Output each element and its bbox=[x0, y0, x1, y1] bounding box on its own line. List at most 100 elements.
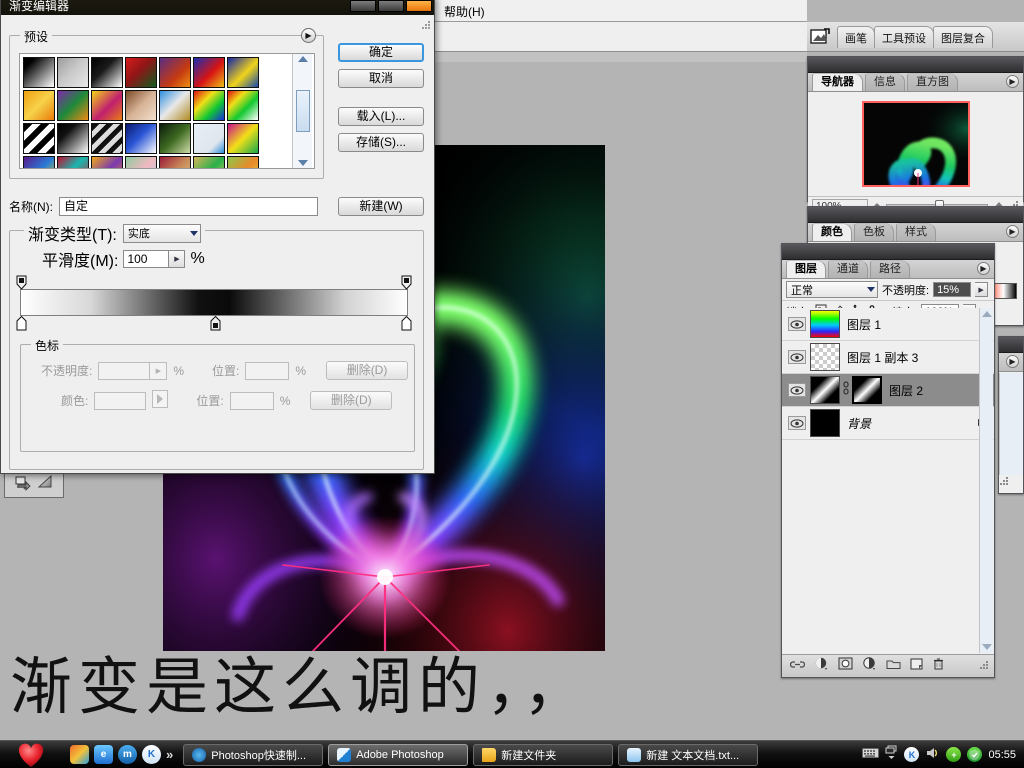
gradient-name-input[interactable]: 自定 bbox=[59, 197, 318, 216]
gradient-name-row[interactable]: 名称(N): 自定 bbox=[9, 197, 318, 216]
preset-swatch-6[interactable] bbox=[227, 57, 259, 88]
preset-swatch-24[interactable] bbox=[125, 156, 157, 168]
layer-name[interactable]: 图层 2 bbox=[889, 382, 923, 399]
screen-mode-icon[interactable] bbox=[809, 26, 833, 48]
preset-swatch-26[interactable] bbox=[193, 156, 225, 168]
clipped-panel-scroll[interactable] bbox=[999, 373, 1023, 475]
panel-menu-icon[interactable]: ▶ bbox=[1006, 225, 1019, 238]
tab-info[interactable]: 信息 bbox=[865, 73, 905, 91]
layer-visibility-toggle[interactable] bbox=[784, 416, 810, 430]
taskbar-window-list[interactable]: Photoshop快速制... Adobe Photoshop 新建文件夹 新建… bbox=[183, 743, 759, 766]
preset-swatch-15[interactable] bbox=[57, 123, 89, 154]
layers-panel-titlebar[interactable] bbox=[782, 244, 994, 260]
tool-palette-fragment[interactable] bbox=[4, 470, 64, 498]
smoothness-stepper[interactable]: ▶ bbox=[169, 250, 186, 268]
taskbar-item-1[interactable]: Adobe Photoshop bbox=[328, 743, 469, 766]
preset-swatch-19[interactable] bbox=[193, 123, 225, 154]
layer-name[interactable]: 图层 1 bbox=[847, 316, 881, 333]
volume-icon[interactable] bbox=[925, 746, 940, 763]
opacity-value[interactable]: 15% bbox=[933, 282, 972, 297]
link-mask-icon[interactable] bbox=[842, 381, 850, 400]
navigator-preview-area[interactable] bbox=[808, 92, 1023, 196]
scroll-up-arrow-icon[interactable] bbox=[981, 311, 992, 317]
browser-icon[interactable]: e bbox=[94, 745, 113, 764]
layer-row-1[interactable]: 图层 1 副本 3 bbox=[782, 341, 994, 374]
stop-position-input-2[interactable] bbox=[229, 391, 274, 410]
preset-swatch-16[interactable] bbox=[91, 123, 123, 154]
tab-histogram[interactable]: 直方图 bbox=[907, 73, 958, 91]
eye-icon[interactable] bbox=[788, 416, 806, 430]
dialog-button-column[interactable]: 确定 取消 载入(L)... 存储(S)... bbox=[338, 43, 424, 159]
layer-visibility-toggle[interactable] bbox=[784, 350, 810, 364]
opacity-stop-1[interactable] bbox=[401, 275, 412, 290]
minimize-button[interactable] bbox=[350, 0, 376, 12]
clipped-side-panel[interactable]: ▶ bbox=[998, 336, 1024, 494]
layer-mask-thumbnail[interactable] bbox=[852, 376, 882, 404]
taskbar-item-2[interactable]: 新建文件夹 bbox=[473, 743, 614, 766]
save-button[interactable]: 存储(S)... bbox=[338, 133, 424, 152]
layer-thumbnail[interactable] bbox=[810, 310, 840, 338]
color-stop-2[interactable] bbox=[401, 315, 412, 331]
preset-menu-icon[interactable]: ▶ bbox=[301, 28, 316, 43]
color-stop-1[interactable] bbox=[210, 315, 221, 331]
preset-swatch-25[interactable] bbox=[159, 156, 191, 168]
quick-launch-bar[interactable]: e m K » bbox=[70, 745, 173, 764]
smoothness-row[interactable]: 平滑度(M): 100 ▶ % bbox=[42, 247, 205, 271]
panel-menu-icon[interactable]: ▶ bbox=[1006, 355, 1019, 368]
layer-row-3[interactable]: 背景 bbox=[782, 407, 994, 440]
new-layer-icon[interactable] bbox=[910, 657, 923, 675]
preset-swatch-8[interactable] bbox=[57, 90, 89, 121]
preset-swatch-11[interactable] bbox=[159, 90, 191, 121]
panel-resize-grip-icon[interactable] bbox=[980, 657, 989, 675]
security-icon[interactable] bbox=[967, 747, 983, 762]
smoothness-input[interactable]: 100 bbox=[123, 250, 170, 268]
delete-color-stop-button[interactable]: 删除(D) bbox=[310, 391, 393, 410]
opacity-field-row[interactable]: 不透明度: ▶ % 位置: % 删除(D) bbox=[41, 361, 414, 380]
tab-swatches[interactable]: 色板 bbox=[854, 223, 894, 241]
tab-navigator[interactable]: 导航器 bbox=[812, 73, 863, 91]
preset-swatch-17[interactable] bbox=[125, 123, 157, 154]
scroll-down-arrow-icon[interactable] bbox=[982, 644, 992, 650]
close-button[interactable] bbox=[406, 0, 432, 12]
new-group-icon[interactable] bbox=[886, 657, 901, 675]
layer-row-0[interactable]: 图层 1 bbox=[782, 308, 994, 341]
opacity-stepper[interactable]: ▶ bbox=[975, 282, 989, 297]
stop-opacity-input[interactable] bbox=[98, 361, 151, 380]
preset-swatch-10[interactable] bbox=[125, 90, 157, 121]
layers-panel[interactable]: 图层 通道 路径 ▶ 正常 不透明度: 15% ▶ 锁定: bbox=[781, 243, 995, 678]
window-switch-icon[interactable] bbox=[885, 745, 898, 764]
preset-swatch-22[interactable] bbox=[57, 156, 89, 168]
preset-swatch-14[interactable] bbox=[23, 123, 55, 154]
preset-swatch-0[interactable] bbox=[23, 57, 55, 88]
navigator-tab-strip[interactable]: 导航器 信息 直方图 ▶ bbox=[808, 73, 1023, 92]
tab-channels[interactable]: 通道 bbox=[828, 260, 868, 278]
app-color-icon[interactable] bbox=[70, 745, 89, 764]
preset-swatch-9[interactable] bbox=[91, 90, 123, 121]
layer-style-icon[interactable] bbox=[814, 657, 829, 675]
preset-swatch-23[interactable] bbox=[91, 156, 123, 168]
gradient-bar-area[interactable] bbox=[16, 275, 412, 331]
layer-thumbnail[interactable] bbox=[810, 376, 840, 404]
preset-swatch-27[interactable] bbox=[227, 156, 259, 168]
layer-thumbnail[interactable] bbox=[810, 409, 840, 437]
opacity-stop-0[interactable] bbox=[16, 275, 27, 290]
layer-name[interactable]: 背景 bbox=[847, 415, 871, 432]
keyboard-icon[interactable] bbox=[862, 747, 880, 762]
preset-swatch-3[interactable] bbox=[125, 57, 157, 88]
gradient-preview-bar[interactable] bbox=[20, 289, 408, 316]
kingsoft-icon[interactable]: K bbox=[142, 745, 161, 764]
preset-swatch-1[interactable] bbox=[57, 57, 89, 88]
gradient-tool-icon[interactable] bbox=[36, 473, 54, 496]
layer-row-2[interactable]: 图层 2 bbox=[782, 374, 994, 407]
color-panel-titlebar[interactable] bbox=[808, 207, 1023, 223]
add-mask-icon[interactable] bbox=[838, 657, 853, 675]
maxthon-icon[interactable]: m bbox=[118, 745, 137, 764]
eye-icon[interactable] bbox=[788, 350, 806, 364]
tab-color[interactable]: 颜色 bbox=[812, 223, 852, 241]
ok-button[interactable]: 确定 bbox=[338, 43, 424, 62]
delete-opacity-stop-button[interactable]: 删除(D) bbox=[326, 361, 409, 380]
eye-icon[interactable] bbox=[788, 383, 806, 397]
navigator-panel[interactable]: 导航器 信息 直方图 ▶ 100% bbox=[807, 56, 1024, 214]
panel-menu-icon[interactable]: ▶ bbox=[977, 262, 990, 275]
preset-swatch-20[interactable] bbox=[227, 123, 259, 154]
